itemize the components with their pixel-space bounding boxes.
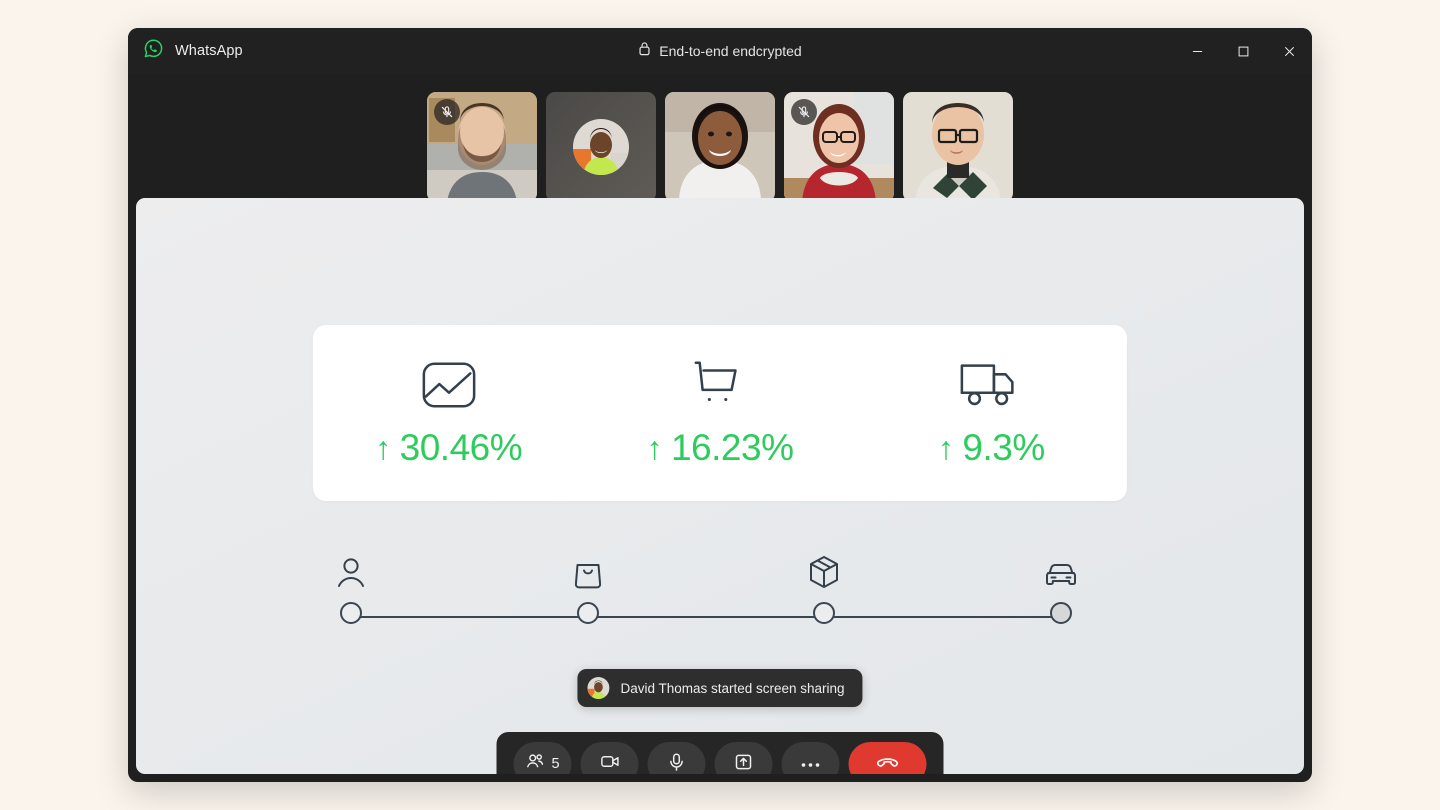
participant-tile-5[interactable] [903, 92, 1013, 202]
toast-message: David Thomas started screen sharing [620, 680, 845, 696]
video-camera-icon [599, 751, 620, 774]
stepper-dot-1[interactable] [340, 602, 362, 624]
maximize-button[interactable] [1220, 28, 1266, 74]
whatsapp-call-window: WhatsApp End-to-end endcrypted ↑ 30.46% … [128, 28, 1312, 782]
stepper-line [360, 616, 1052, 618]
toast-avatar [587, 677, 610, 699]
minimize-button[interactable] [1174, 28, 1220, 74]
stepper-icons [338, 548, 1076, 594]
trend-up-arrow-icon: ↑ [646, 430, 662, 466]
metrics-card: ↑ 30.46% ↑ 16.23% ↑ 9.3% [313, 325, 1127, 501]
encryption-indicator: End-to-end endcrypted [128, 41, 1312, 61]
mic-muted-badge-1 [434, 99, 460, 125]
participants-count: 5 [551, 756, 560, 772]
metric-number-views: 30.46% [399, 427, 523, 468]
stepper-dot-4[interactable] [1050, 602, 1072, 624]
microphone-icon [667, 752, 687, 775]
screen-share-toast: David Thomas started screen sharing [577, 669, 863, 707]
stepper-dot-2[interactable] [576, 602, 599, 624]
participant-tile-2[interactable] [546, 92, 656, 202]
participant-tile-1[interactable] [427, 92, 537, 202]
shopping-cart-icon [691, 357, 749, 413]
end-call-icon [875, 749, 901, 775]
app-name-label: WhatsApp [175, 43, 243, 59]
participant-tile-3[interactable] [665, 92, 775, 202]
metric-delivery: ↑ 9.3% [856, 325, 1127, 501]
delivery-truck-icon [958, 357, 1024, 413]
shopping-bag-icon [573, 557, 603, 594]
app-brand: WhatsApp [128, 38, 243, 64]
mic-muted-badge-4 [791, 99, 817, 125]
shared-screen-stage: ↑ 30.46% ↑ 16.23% ↑ 9.3% David Thomas st… [136, 198, 1304, 774]
camera-button[interactable] [580, 742, 639, 774]
metric-value-views: ↑ 30.46% [375, 427, 522, 469]
participant-tile-4[interactable] [784, 92, 894, 202]
stepper-dot-3[interactable] [813, 602, 836, 624]
metric-value-delivery: ↑ 9.3% [938, 427, 1045, 469]
stepper-track [340, 602, 1072, 632]
microphone-button[interactable] [647, 742, 706, 775]
car-icon [1043, 559, 1079, 594]
metric-value-cart: ↑ 16.23% [646, 427, 793, 469]
chart-image-icon [420, 357, 478, 413]
people-icon [525, 752, 544, 774]
close-button[interactable] [1266, 28, 1312, 74]
lock-icon [638, 41, 651, 61]
package-box-icon [808, 555, 840, 594]
share-screen-button[interactable] [714, 742, 773, 775]
metric-number-delivery: 9.3% [962, 427, 1045, 468]
title-bar: WhatsApp End-to-end endcrypted [128, 28, 1312, 74]
metric-views: ↑ 30.46% [313, 325, 584, 501]
more-options-button[interactable] [781, 742, 840, 774]
encryption-label: End-to-end endcrypted [659, 43, 802, 59]
metric-cart: ↑ 16.23% [584, 325, 855, 501]
metric-number-cart: 16.23% [670, 427, 794, 468]
whatsapp-logo-icon [143, 38, 164, 64]
trend-up-arrow-icon: ↑ [375, 430, 391, 466]
call-control-bar: 5 [496, 732, 944, 775]
participant-video-3 [665, 92, 775, 202]
trend-up-arrow-icon: ↑ [937, 430, 954, 466]
share-screen-icon [734, 752, 754, 775]
window-controls [1174, 28, 1312, 74]
person-icon [336, 557, 366, 594]
end-call-button[interactable] [848, 742, 927, 775]
more-options-icon [801, 755, 821, 773]
order-progress-stepper [338, 548, 1076, 632]
avatar [573, 119, 629, 175]
participant-video-5 [903, 92, 1013, 202]
participants-button[interactable]: 5 [513, 742, 572, 774]
